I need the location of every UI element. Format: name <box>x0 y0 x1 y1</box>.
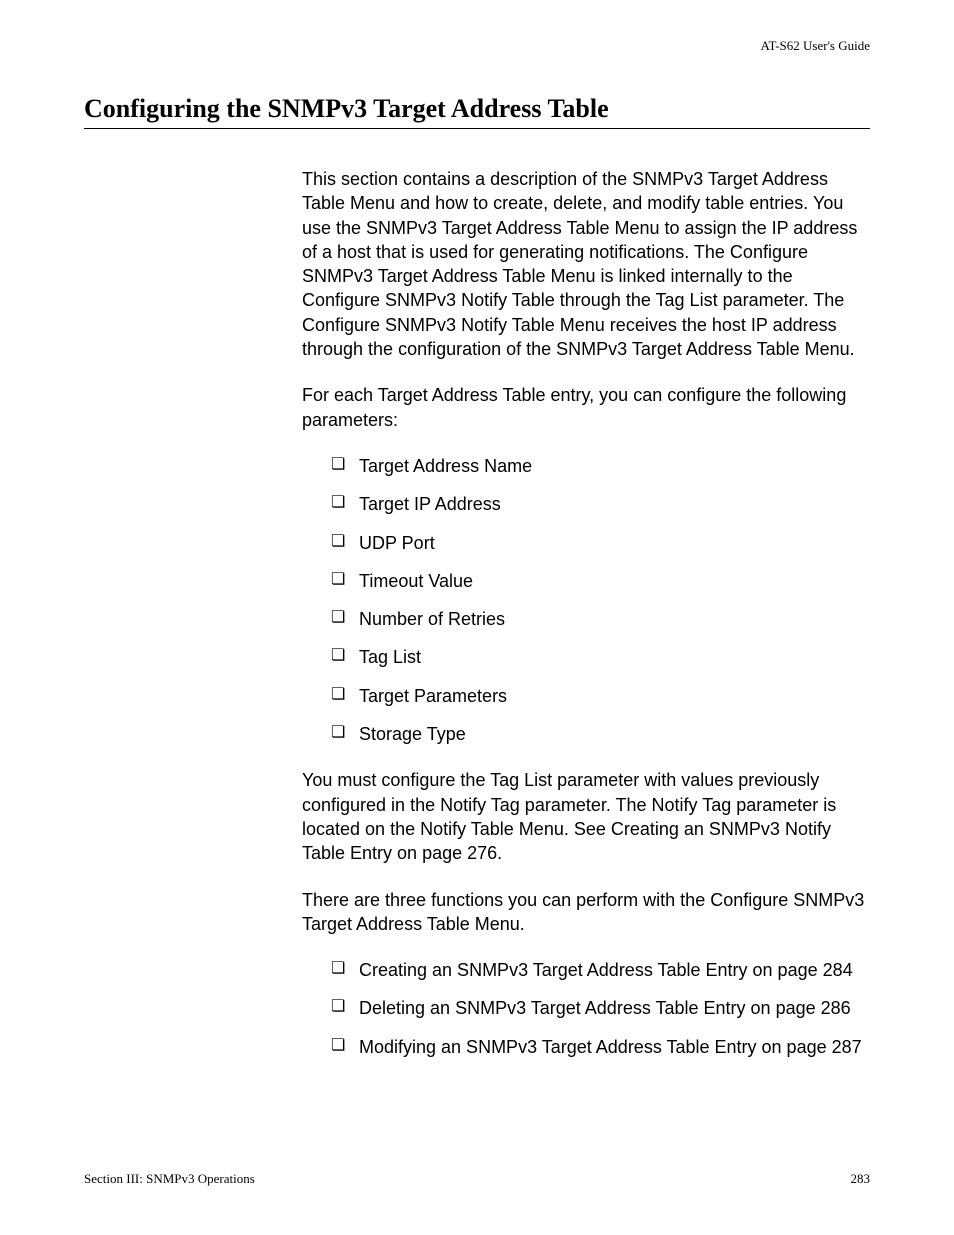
header-guide-title: AT-S62 User's Guide <box>84 38 870 54</box>
list-item: Target IP Address <box>331 492 870 516</box>
functions-list: Creating an SNMPv3 Target Address Table … <box>331 958 870 1059</box>
footer-section-label: Section III: SNMPv3 Operations <box>84 1171 255 1187</box>
list-item: Timeout Value <box>331 569 870 593</box>
list-item: Tag List <box>331 645 870 669</box>
list-item: Storage Type <box>331 722 870 746</box>
page-title: Configuring the SNMPv3 Target Address Ta… <box>84 94 870 129</box>
intro-paragraph: This section contains a description of t… <box>302 167 870 361</box>
content-block: This section contains a description of t… <box>302 167 870 1059</box>
params-list: Target Address Name Target IP Address UD… <box>331 454 870 746</box>
tag-list-note-paragraph: You must configure the Tag List paramete… <box>302 768 870 865</box>
list-item: Number of Retries <box>331 607 870 631</box>
page-footer: Section III: SNMPv3 Operations 283 <box>84 1171 870 1187</box>
params-intro-paragraph: For each Target Address Table entry, you… <box>302 383 870 432</box>
footer-page-number: 283 <box>851 1171 871 1187</box>
list-item: Target Address Name <box>331 454 870 478</box>
list-item: Deleting an SNMPv3 Target Address Table … <box>331 996 870 1020</box>
list-item: Target Parameters <box>331 684 870 708</box>
list-item: Creating an SNMPv3 Target Address Table … <box>331 958 870 982</box>
functions-intro-paragraph: There are three functions you can perfor… <box>302 888 870 937</box>
list-item: Modifying an SNMPv3 Target Address Table… <box>331 1035 870 1059</box>
list-item: UDP Port <box>331 531 870 555</box>
